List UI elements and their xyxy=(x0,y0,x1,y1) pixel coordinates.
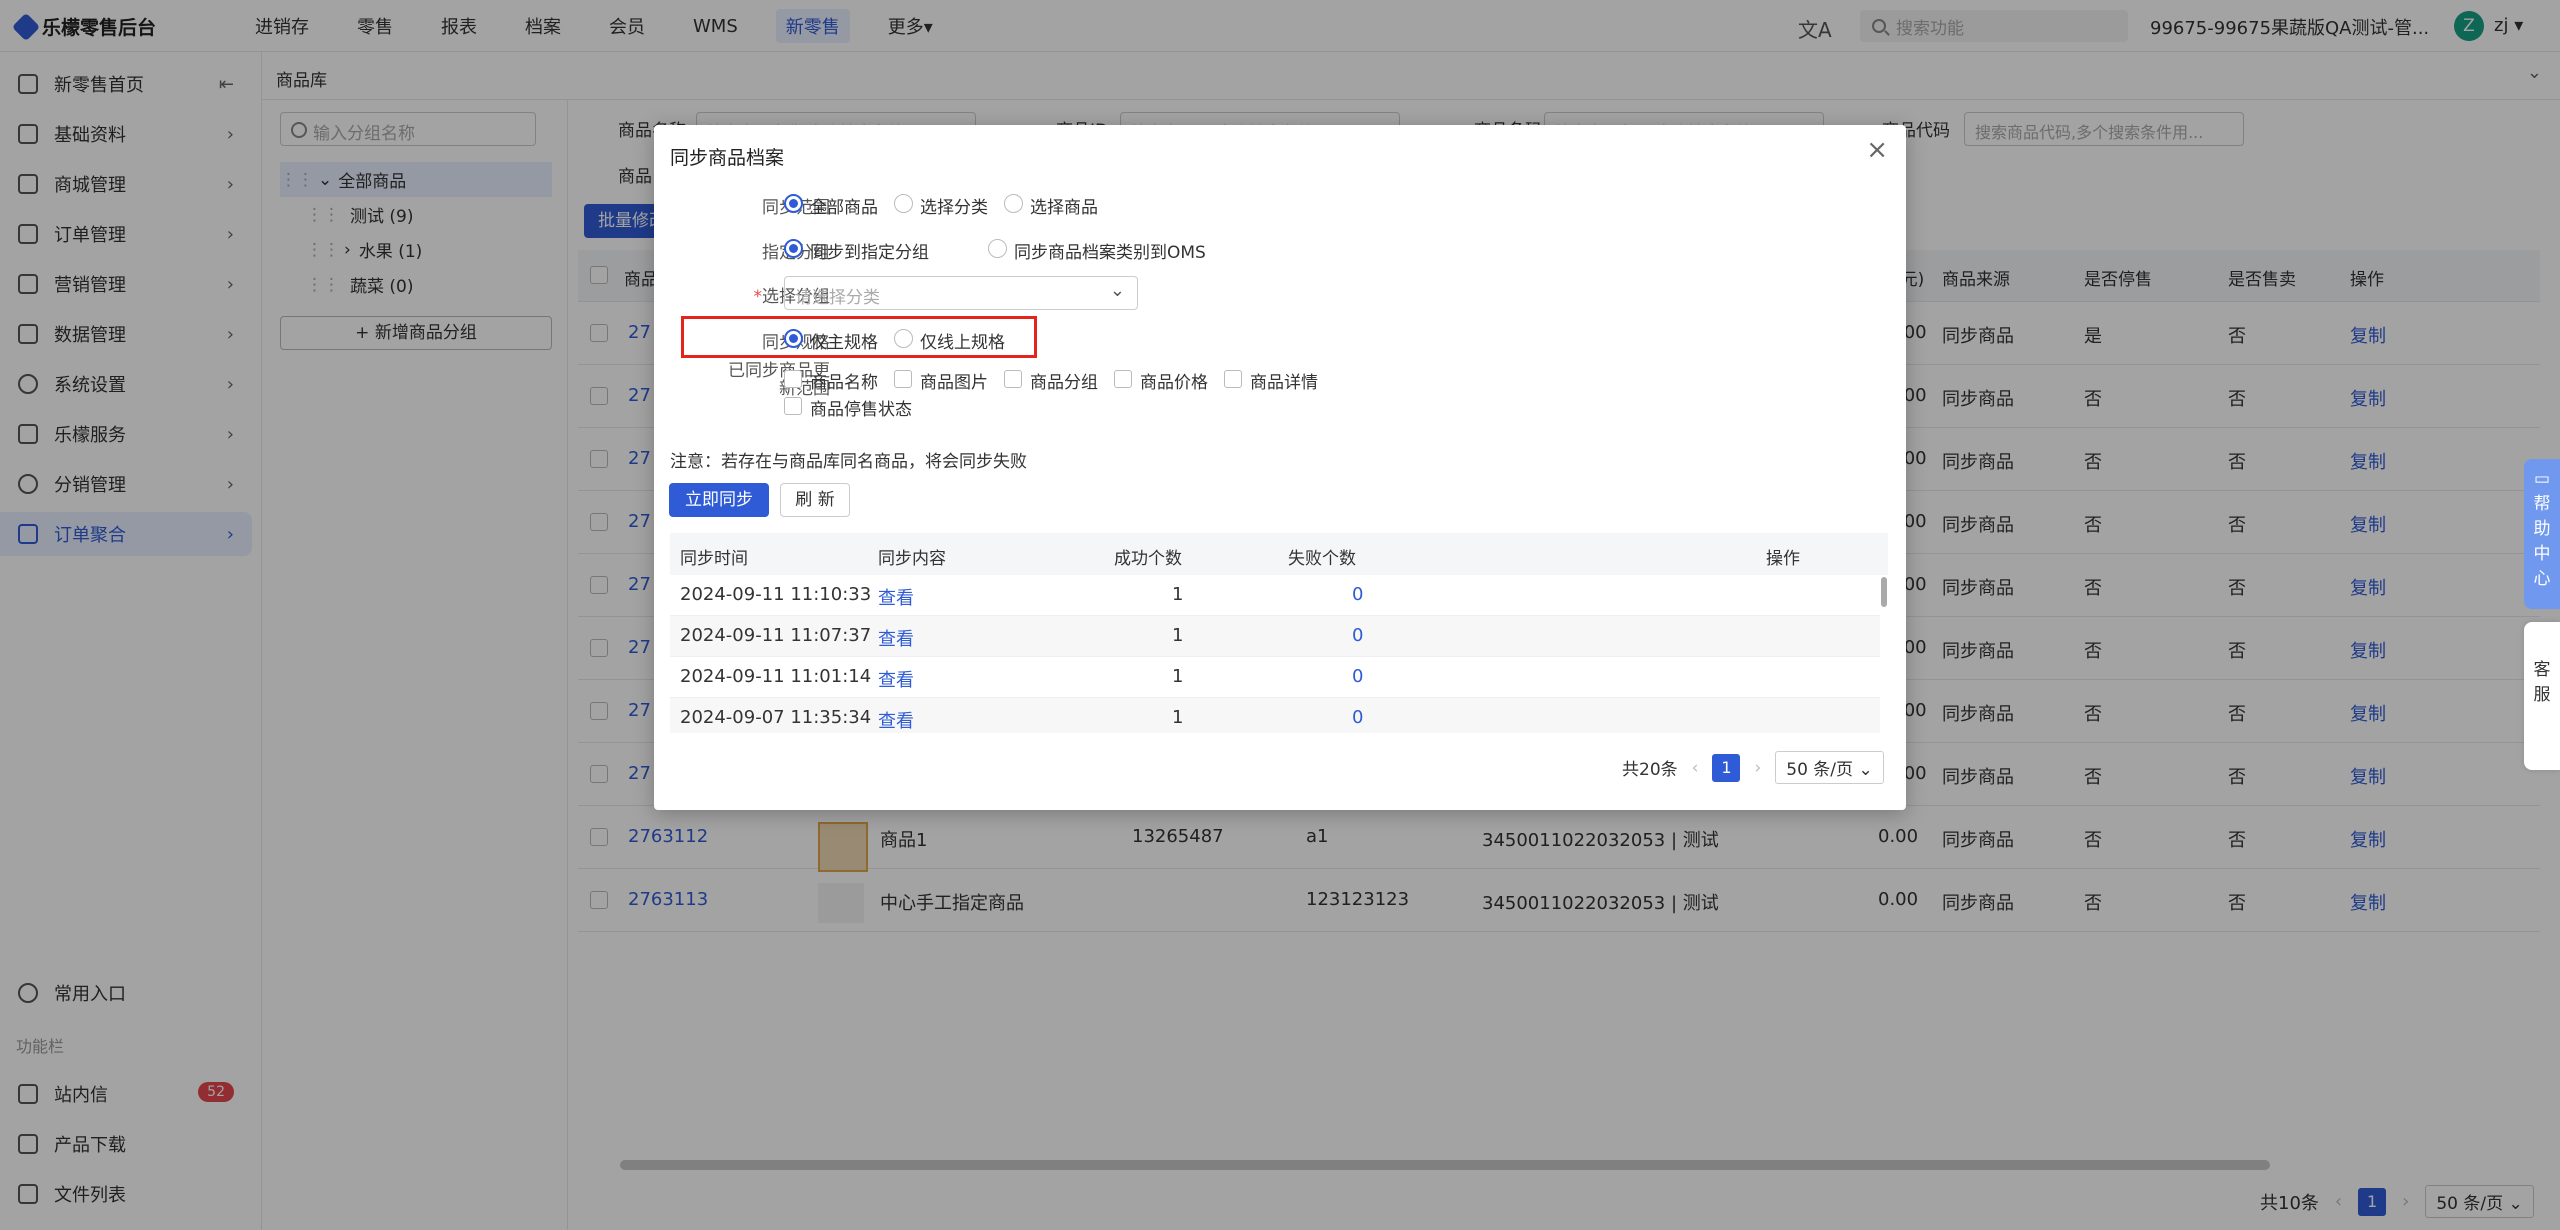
chevron-down-icon: ⌄ xyxy=(1109,280,1125,301)
prev-page-icon[interactable]: ‹ xyxy=(1692,758,1699,778)
scope-all-radio[interactable] xyxy=(784,194,803,213)
group-oms-radio[interactable] xyxy=(988,239,1007,258)
scope-product-label[interactable]: 选择商品 xyxy=(1030,193,1098,218)
page-1-button[interactable]: 1 xyxy=(1712,753,1741,782)
help-char: 帮 xyxy=(2533,494,2551,514)
close-icon[interactable]: × xyxy=(1866,137,1888,163)
col-header-success: 成功个数 xyxy=(1114,549,1182,569)
fail-count[interactable]: 0 xyxy=(1352,584,1363,605)
col-header-fail: 失败个数 xyxy=(1288,549,1356,569)
select-group-row: *选择分组 请选择分类 ⌄ xyxy=(654,276,1906,310)
dialog-title: 同步商品档案 xyxy=(670,147,785,169)
assign-group-row: 指定分组 同步到指定分组 同步商品档案类别到OMS xyxy=(654,234,1906,264)
scope-product-radio[interactable] xyxy=(1004,194,1023,213)
sync-log-row: 2024-09-11 11:01:14 查看 1 0 xyxy=(670,657,1880,698)
success-count: 1 xyxy=(1172,625,1184,646)
highlight-box xyxy=(681,316,1037,358)
update-image-label[interactable]: 商品图片 xyxy=(920,368,988,393)
group-select[interactable]: 请选择分类 ⌄ xyxy=(784,276,1138,310)
view-link[interactable]: 查看 xyxy=(878,625,914,651)
sync-note: 注意：若存在与商品库同名商品，将会同步失败 xyxy=(670,452,1027,472)
update-name-label[interactable]: 商品名称 xyxy=(810,368,878,393)
sync-log-row: 2024-09-07 11:35:34 查看 1 0 xyxy=(670,698,1880,733)
service-char: 服 xyxy=(2533,685,2551,705)
scope-all-label[interactable]: 全部商品 xyxy=(810,193,878,218)
update-stop-label[interactable]: 商品停售状态 xyxy=(810,395,912,420)
update-detail-checkbox[interactable] xyxy=(1224,370,1242,388)
sync-time: 2024-09-11 11:10:33 xyxy=(680,584,872,605)
sync-now-button[interactable]: 立即同步 xyxy=(669,483,769,517)
update-scope-row: 已同步商品更 新范围 商品名称 商品图片 商品分组 商品价格 商品详情 商品停售状… xyxy=(654,362,1906,422)
sync-log-scrollbar[interactable] xyxy=(1880,575,1888,733)
page-size-select[interactable]: 50 条/页 ⌄ xyxy=(1775,751,1884,784)
help-char: 中 xyxy=(2533,544,2551,564)
col-header-op: 操作 xyxy=(1766,549,1800,569)
scope-category-label[interactable]: 选择分类 xyxy=(920,193,988,218)
col-header-content: 同步内容 xyxy=(878,549,946,569)
view-link[interactable]: 查看 xyxy=(878,666,914,692)
sync-log-pagination: 共20条 ‹ 1 › 50 条/页 ⌄ xyxy=(1622,751,1884,784)
service-char: 客 xyxy=(2533,660,2551,680)
group-oms-label[interactable]: 同步商品档案类别到OMS xyxy=(1014,238,1206,263)
view-link[interactable]: 查看 xyxy=(878,707,914,733)
group-select-placeholder: 请选择分类 xyxy=(795,288,880,308)
sync-log-row: 2024-09-11 11:07:37 查看 1 0 xyxy=(670,616,1880,657)
sync-product-dialog: 同步商品档案 × 同步范围 全部商品 选择分类 选择商品 指定分组 同步到指定分… xyxy=(654,125,1906,810)
group-assigned-label[interactable]: 同步到指定分组 xyxy=(810,238,929,263)
required-asterisk: * xyxy=(753,287,763,307)
sync-time: 2024-09-11 11:01:14 xyxy=(680,666,872,687)
chevron-down-icon: ⌄ xyxy=(1858,760,1873,780)
sync-time: 2024-09-11 11:07:37 xyxy=(680,625,872,646)
sync-log-row: 2024-09-11 11:10:33 查看 1 0 xyxy=(670,575,1880,616)
fail-count[interactable]: 0 xyxy=(1352,707,1363,728)
sync-time: 2024-09-07 11:35:34 xyxy=(680,707,872,728)
update-image-checkbox[interactable] xyxy=(894,370,912,388)
fail-count[interactable]: 0 xyxy=(1352,625,1363,646)
update-price-checkbox[interactable] xyxy=(1114,370,1132,388)
update-group-label[interactable]: 商品分组 xyxy=(1030,368,1098,393)
scope-category-radio[interactable] xyxy=(894,194,913,213)
success-count: 1 xyxy=(1172,707,1184,728)
customer-service-button[interactable]: 客 服 xyxy=(2524,622,2560,770)
help-char: 心 xyxy=(2533,569,2551,589)
success-count: 1 xyxy=(1172,584,1184,605)
update-detail-label[interactable]: 商品详情 xyxy=(1250,368,1318,393)
success-count: 1 xyxy=(1172,666,1184,687)
help-char: 助 xyxy=(2533,519,2551,539)
sync-log-table: 同步时间 同步内容 成功个数 失败个数 操作 2024-09-11 11:10:… xyxy=(670,533,1888,733)
sync-scope-row: 同步范围 全部商品 选择分类 选择商品 xyxy=(654,189,1906,219)
col-header-time: 同步时间 xyxy=(680,549,748,569)
app-root: 乐檬零售后台 进销存 零售 报表 档案 会员 WMS 新零售 更多▾ 文A 搜索… xyxy=(0,0,2560,1230)
page-size-value: 50 条/页 xyxy=(1786,760,1854,780)
view-link[interactable]: 查看 xyxy=(878,584,914,610)
fail-count[interactable]: 0 xyxy=(1352,666,1363,687)
sync-log-header: 同步时间 同步内容 成功个数 失败个数 操作 xyxy=(670,533,1888,575)
group-assigned-radio[interactable] xyxy=(784,239,803,258)
refresh-button[interactable]: 刷 新 xyxy=(780,483,850,517)
update-stop-checkbox[interactable] xyxy=(784,397,802,415)
next-page-icon[interactable]: › xyxy=(1754,758,1761,778)
scroll-thumb[interactable] xyxy=(1881,577,1887,607)
update-name-checkbox[interactable] xyxy=(784,370,802,388)
update-price-label[interactable]: 商品价格 xyxy=(1140,368,1208,393)
help-center-button[interactable]: ▭ 帮 助 中 心 xyxy=(2524,459,2560,609)
chat-icon: ▭ xyxy=(2533,469,2551,489)
sync-log-total: 共20条 xyxy=(1622,760,1678,780)
update-group-checkbox[interactable] xyxy=(1004,370,1022,388)
